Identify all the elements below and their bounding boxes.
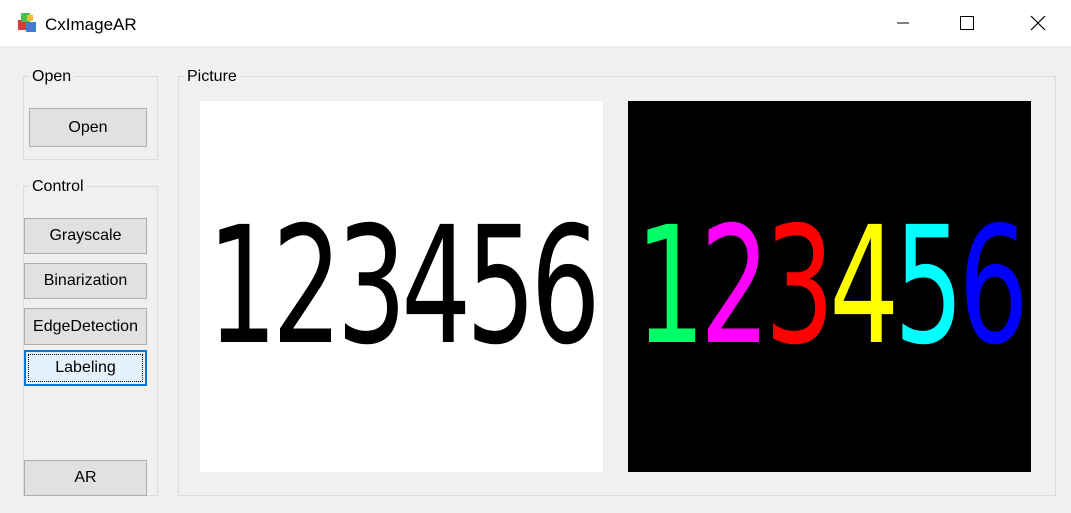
labeled-digit-6: 6	[958, 192, 1029, 381]
maximize-button[interactable]	[932, 0, 1002, 46]
minimize-icon	[897, 22, 909, 24]
labeled-digit-1: 1	[635, 192, 706, 381]
labeled-digit-5: 5	[894, 192, 964, 381]
open-group-label: Open	[29, 68, 75, 86]
edge-detection-button[interactable]: EdgeDetection	[24, 308, 147, 345]
labeled-digit-3: 3	[764, 192, 835, 381]
labeled-image: 123456	[628, 101, 1031, 472]
ar-button[interactable]: AR	[24, 460, 147, 496]
source-digit-6: 6	[530, 192, 601, 381]
minimize-button[interactable]	[868, 0, 938, 46]
source-digit-5: 5	[466, 192, 536, 381]
source-digits: 123456	[207, 192, 601, 381]
source-image: 123456	[200, 101, 603, 472]
labeled-digit-2: 2	[700, 192, 770, 381]
labeling-button[interactable]: Labeling	[24, 350, 147, 386]
open-button[interactable]: Open	[29, 108, 147, 147]
grayscale-button[interactable]: Grayscale	[24, 218, 147, 254]
close-icon	[1030, 15, 1046, 31]
focus-ring	[28, 354, 143, 382]
labeled-digits: 123456	[635, 192, 1029, 381]
client-area: Open Open Control Grayscale Binarization…	[0, 46, 1071, 513]
maximize-icon	[960, 16, 974, 30]
window-title: CxImageAR	[45, 15, 137, 34]
picture-group-label: Picture	[184, 68, 240, 86]
labeled-digit-4: 4	[829, 192, 900, 381]
source-digit-3: 3	[336, 192, 407, 381]
binarization-button[interactable]: Binarization	[24, 263, 147, 299]
source-digit-4: 4	[401, 192, 472, 381]
control-group-label: Control	[29, 178, 87, 196]
source-digit-2: 2	[272, 192, 342, 381]
app-icon	[18, 13, 36, 32]
title-bar: CxImageAR	[0, 0, 1071, 46]
source-digit-1: 1	[207, 192, 278, 381]
close-button[interactable]	[1003, 0, 1071, 46]
